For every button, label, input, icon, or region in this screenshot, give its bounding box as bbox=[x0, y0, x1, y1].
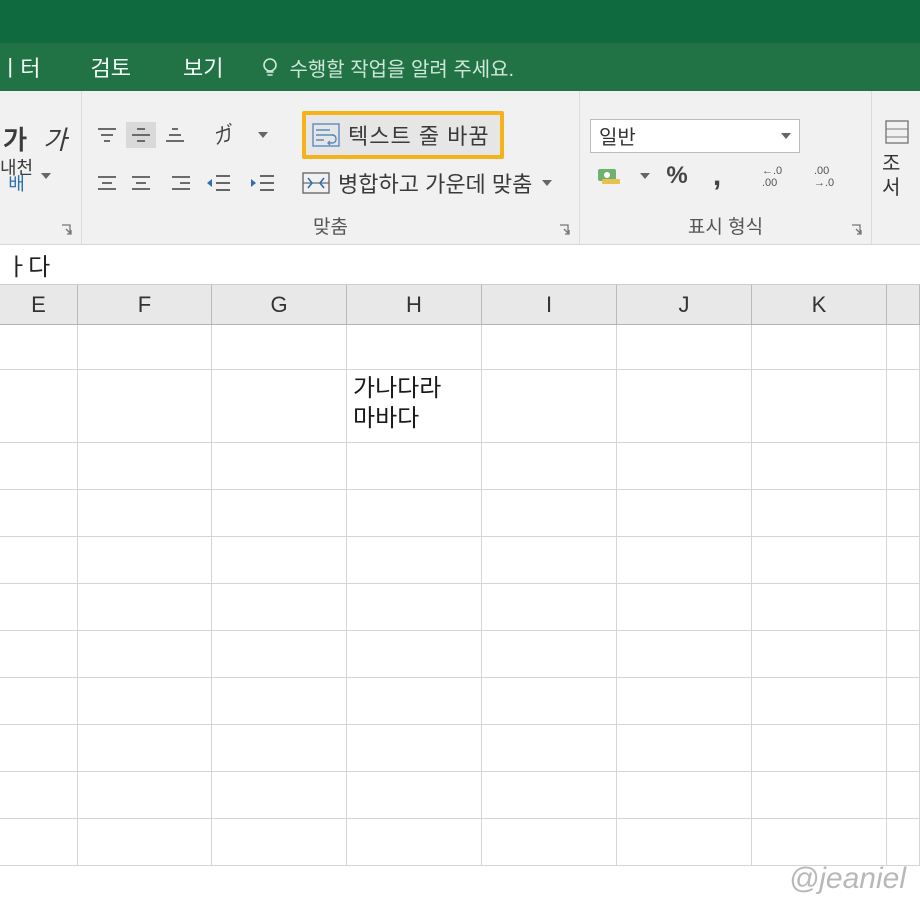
ribbon-tabs: ㅣ터 검토 보기 수행할 작업을 알려 주세요. bbox=[0, 43, 920, 91]
phonetic-dropdown[interactable] bbox=[39, 173, 53, 179]
table-row bbox=[0, 725, 920, 772]
number-format-combo[interactable]: 일반 bbox=[590, 119, 800, 153]
bold-button[interactable]: 가 bbox=[0, 123, 30, 153]
table-row: 가나다라 마바다 bbox=[0, 370, 920, 443]
svg-text:ガ: ガ bbox=[210, 122, 236, 148]
align-left-button[interactable] bbox=[92, 170, 122, 196]
orientation-dropdown[interactable] bbox=[256, 132, 270, 138]
table-row bbox=[0, 490, 920, 537]
wrap-text-icon bbox=[312, 123, 340, 147]
table-row bbox=[0, 325, 920, 370]
alignment-group-label: 맞춤 bbox=[92, 212, 569, 242]
percent-button[interactable]: % bbox=[662, 161, 692, 191]
increase-decimal-button[interactable]: ←.0.00 bbox=[756, 161, 798, 191]
column-headers: E F G H I J K bbox=[0, 285, 920, 325]
formula-bar-text: ㅏ다 bbox=[6, 247, 50, 282]
ribbon-group-number: 일반 % , ←.0.00 .00→.0 표시 형식 bbox=[580, 91, 872, 244]
decrease-decimal-button[interactable]: .00→.0 bbox=[808, 161, 850, 191]
col-header-J[interactable]: J bbox=[617, 285, 752, 324]
conditional-format-button[interactable] bbox=[882, 117, 912, 147]
wrap-text-label: 텍스트 줄 바꿈 bbox=[348, 119, 490, 151]
tab-view[interactable]: 보기 bbox=[157, 51, 249, 83]
formula-bar[interactable]: ㅏ다 bbox=[0, 245, 920, 285]
ribbon-group-alignment: ガ 텍스트 줄 바꿈 bbox=[82, 91, 580, 244]
worksheet-grid[interactable]: 가나다라 마바다 bbox=[0, 325, 920, 866]
align-center-button[interactable] bbox=[126, 170, 156, 196]
increase-indent-button[interactable] bbox=[248, 168, 278, 198]
col-header-I[interactable]: I bbox=[482, 285, 617, 324]
svg-text:.00: .00 bbox=[814, 165, 829, 177]
tell-me[interactable]: 수행할 작업을 알려 주세요. bbox=[259, 53, 514, 82]
table-row bbox=[0, 537, 920, 584]
wrap-text-button[interactable]: 텍스트 줄 바꿈 bbox=[302, 111, 504, 159]
ribbon-group-clipped: 조 서 bbox=[872, 91, 918, 244]
align-bottom-button[interactable] bbox=[160, 122, 190, 148]
merge-icon bbox=[302, 172, 330, 194]
accounting-format-button[interactable] bbox=[590, 161, 628, 191]
merge-dropdown[interactable] bbox=[540, 180, 554, 186]
merge-label: 병합하고 가운데 맞춤 bbox=[338, 167, 532, 199]
col-header-F[interactable]: F bbox=[78, 285, 212, 324]
svg-text:←.0: ←.0 bbox=[762, 165, 782, 177]
tab-data[interactable]: ㅣ터 bbox=[0, 51, 64, 83]
vertical-align-set bbox=[92, 122, 190, 148]
italic-button[interactable]: 가 bbox=[40, 123, 70, 153]
align-right-button[interactable] bbox=[160, 170, 190, 196]
col-header-next[interactable] bbox=[887, 285, 920, 324]
decrease-indent-button[interactable] bbox=[204, 168, 234, 198]
number-group-label: 표시 형식 bbox=[590, 212, 861, 242]
dialog-launcher-icon[interactable] bbox=[851, 224, 865, 238]
horizontal-align-set bbox=[92, 170, 190, 196]
merge-center-button[interactable]: 병합하고 가운데 맞춤 bbox=[302, 167, 554, 199]
table-row bbox=[0, 678, 920, 725]
tell-me-label: 수행할 작업을 알려 주세요. bbox=[289, 53, 514, 82]
table-row bbox=[0, 819, 920, 866]
cell-H2[interactable]: 가나다라 마바다 bbox=[347, 370, 482, 442]
svg-text:→.0: →.0 bbox=[814, 177, 834, 188]
accounting-dropdown[interactable] bbox=[638, 173, 652, 179]
phonetic-guide-button[interactable]: 내천 배 bbox=[0, 161, 33, 191]
ribbon: 가 가 내천 배 bbox=[0, 91, 920, 245]
clipped-label-2: 서 bbox=[882, 179, 900, 197]
number-format-value: 일반 bbox=[599, 121, 636, 150]
col-header-H[interactable]: H bbox=[347, 285, 482, 324]
dialog-launcher-icon[interactable] bbox=[61, 224, 75, 238]
orientation-button[interactable]: ガ bbox=[204, 120, 242, 150]
clipped-label-1: 조 bbox=[882, 155, 900, 173]
chevron-down-icon bbox=[781, 133, 791, 139]
lightbulb-icon bbox=[259, 56, 281, 78]
ribbon-group-font: 가 가 내천 배 bbox=[0, 91, 82, 244]
align-middle-button[interactable] bbox=[126, 122, 156, 148]
col-header-K[interactable]: K bbox=[752, 285, 887, 324]
table-row bbox=[0, 631, 920, 678]
watermark: @jeaniel bbox=[789, 862, 906, 896]
table-row bbox=[0, 443, 920, 490]
comma-button[interactable]: , bbox=[702, 161, 732, 191]
tab-review[interactable]: 검토 bbox=[64, 51, 156, 83]
dialog-launcher-icon[interactable] bbox=[559, 224, 573, 238]
col-header-G[interactable]: G bbox=[212, 285, 347, 324]
font-group-label bbox=[0, 217, 71, 242]
col-header-E[interactable]: E bbox=[0, 285, 78, 324]
titlebar bbox=[0, 0, 920, 43]
table-row bbox=[0, 584, 920, 631]
svg-text:.00: .00 bbox=[762, 177, 777, 188]
align-top-button[interactable] bbox=[92, 122, 122, 148]
phonetic-bottom: 배 bbox=[8, 176, 25, 192]
table-row bbox=[0, 772, 920, 819]
